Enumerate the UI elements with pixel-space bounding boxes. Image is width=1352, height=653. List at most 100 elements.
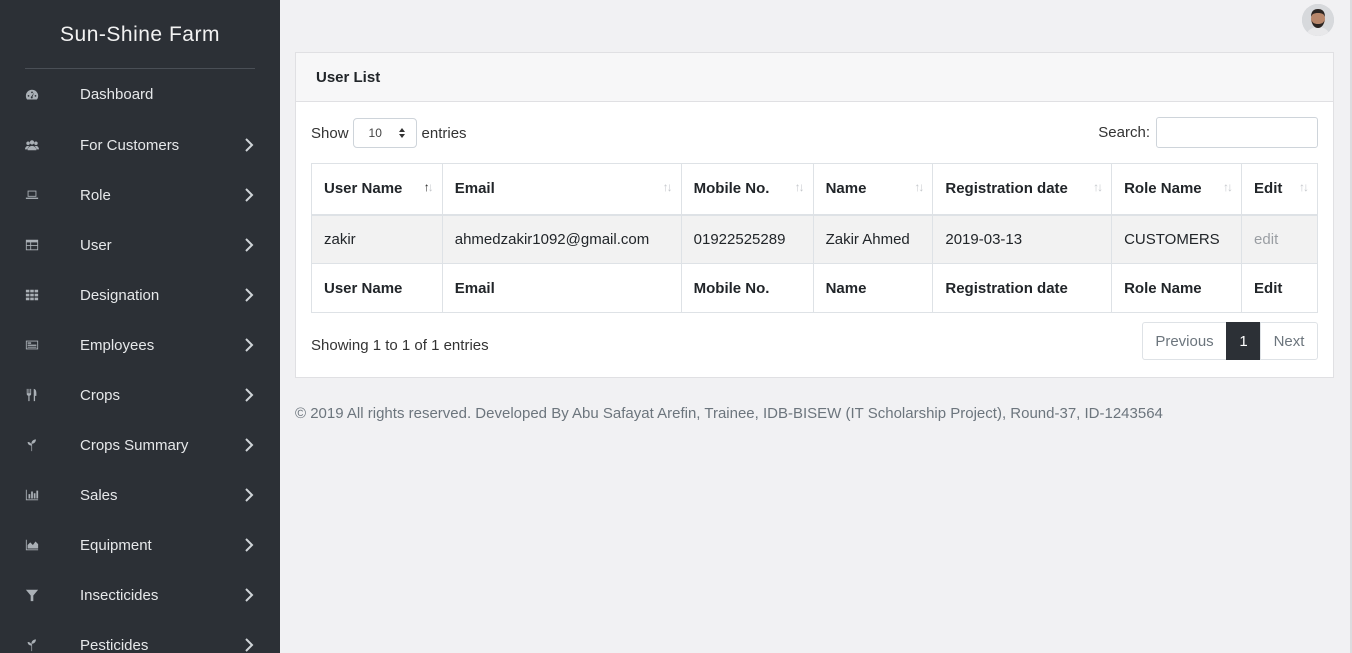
chevron-right-icon — [244, 288, 258, 302]
user-avatar-icon — [1302, 4, 1334, 36]
sidebar-item-designation[interactable]: Designation — [0, 270, 280, 320]
previous-page-button[interactable]: Previous — [1142, 322, 1227, 360]
area-chart-icon — [24, 538, 40, 552]
sort-icon: ↑↓ — [794, 180, 805, 194]
search-label: Search: — [1098, 124, 1150, 141]
chevron-right-icon — [244, 488, 258, 502]
sidebar-item-label: Dashboard — [80, 86, 154, 103]
dashboard-icon — [24, 88, 40, 102]
sidebar-item-label: Insecticides — [80, 586, 159, 604]
cell-mobile: 01922525289 — [680, 214, 814, 264]
column-header-edit[interactable]: Edit ↑↓ — [1241, 163, 1318, 216]
sort-asc-icon: ↑↓ — [423, 180, 434, 194]
footer-mobile: Mobile No. — [680, 263, 814, 313]
sidebar: Sun-Shine Farm Dashboard For Customers R… — [0, 0, 280, 653]
chevron-right-icon — [244, 338, 258, 352]
entries-length-control: Show 10 entries — [311, 118, 467, 148]
column-header-name[interactable]: Name ↑↓ — [812, 163, 934, 216]
sidebar-item-sales[interactable]: Sales — [0, 470, 280, 520]
table-icon — [24, 238, 40, 252]
sidebar-item-label: Employees — [80, 336, 155, 354]
page-1-button[interactable]: 1 — [1226, 322, 1261, 360]
column-header-user-name[interactable]: User Name ↑↓ — [311, 163, 443, 216]
card-title: User List — [296, 53, 1333, 102]
footer-registration-date: Registration date — [932, 263, 1113, 313]
cell-user-name: zakir — [311, 214, 443, 264]
cell-role-name: CUSTOMERS — [1111, 214, 1243, 264]
utensils-icon — [24, 388, 40, 402]
sort-icon: ↑↓ — [1093, 180, 1103, 194]
laptop-icon — [24, 188, 40, 202]
table-info: Showing 1 to 1 of 1 entries — [311, 337, 489, 354]
table-footer-row: User Name Email Mobile No. Name Registra… — [311, 263, 1318, 313]
grid-icon — [24, 288, 40, 302]
sort-icon: ↑↓ — [1299, 180, 1309, 194]
column-header-email[interactable]: Email ↑↓ — [441, 163, 682, 216]
show-label: Show — [311, 124, 349, 142]
sort-icon: ↑↓ — [662, 180, 673, 194]
sidebar-nav: Dashboard For Customers Role User Design… — [0, 69, 280, 653]
funnel-icon — [24, 588, 40, 602]
sidebar-item-label: Role — [80, 186, 111, 204]
chevron-right-icon — [244, 388, 258, 402]
table-header-row: User Name ↑↓ Email ↑↓ Mobile No. ↑↓ Name ↑↓ … — [311, 163, 1318, 216]
chevron-right-icon — [244, 638, 258, 652]
pagination: Previous 1 Next — [1142, 322, 1318, 360]
cell-email: ahmedzakir1092@gmail.com — [441, 214, 682, 264]
sidebar-item-label: Equipment — [80, 536, 152, 554]
sort-icon: ↑↓ — [1223, 180, 1233, 194]
cell-edit: edit — [1241, 214, 1318, 264]
footer-name: Name — [812, 263, 934, 313]
bar-chart-icon — [24, 488, 40, 502]
footer-email: Email — [441, 263, 682, 313]
user-list-card: User List Show 10 entries Search: User N… — [295, 52, 1334, 378]
sidebar-item-label: Crops — [80, 386, 121, 404]
footer-edit: Edit — [1241, 263, 1318, 313]
next-page-button[interactable]: Next — [1260, 322, 1318, 360]
sidebar-item-insecticides[interactable]: Insecticides — [0, 570, 280, 620]
seedling-icon — [24, 438, 40, 452]
sidebar-item-for-customers[interactable]: For Customers — [0, 120, 280, 170]
users-icon — [24, 138, 40, 152]
column-header-mobile[interactable]: Mobile No. ↑↓ — [680, 163, 814, 216]
entries-select[interactable]: 10 — [352, 118, 417, 148]
table-row: zakir ahmedzakir1092@gmail.com 019225252… — [311, 214, 1318, 264]
sidebar-item-user[interactable]: User — [0, 220, 280, 270]
sidebar-item-label: Designation — [80, 286, 160, 304]
sidebar-item-role[interactable]: Role — [0, 170, 280, 220]
entries-label: entries — [421, 124, 467, 142]
column-header-registration-date[interactable]: Registration date ↑↓ — [932, 163, 1113, 216]
user-table: User Name ↑↓ Email ↑↓ Mobile No. ↑↓ Name ↑↓ … — [311, 163, 1318, 313]
sidebar-item-label: Sales — [80, 486, 118, 504]
chevron-right-icon — [244, 438, 258, 452]
entries-select-value: 10 — [368, 126, 382, 140]
sidebar-item-label: Pesticides — [80, 636, 149, 653]
edit-link[interactable]: edit — [1254, 231, 1278, 248]
column-header-role-name[interactable]: Role Name ↑↓ — [1111, 163, 1243, 216]
brand-title[interactable]: Sun-Shine Farm — [0, 0, 280, 69]
sidebar-item-dashboard[interactable]: Dashboard — [0, 69, 280, 120]
select-caret-icon — [398, 128, 405, 138]
sort-icon: ↑↓ — [914, 180, 924, 194]
footer-user-name: User Name — [311, 263, 443, 313]
page-footer: © 2019 All rights reserved. Developed By… — [295, 405, 1163, 422]
cell-name: Zakir Ahmed — [812, 214, 934, 264]
avatar[interactable] — [1302, 4, 1334, 36]
sidebar-item-label: Crops Summary — [80, 436, 189, 454]
id-card-icon — [24, 338, 40, 352]
sidebar-item-crops-summary[interactable]: Crops Summary — [0, 420, 280, 470]
chevron-right-icon — [244, 138, 258, 152]
sidebar-item-label: For Customers — [80, 136, 180, 154]
seedling-icon — [24, 638, 40, 652]
sidebar-item-crops[interactable]: Crops — [0, 370, 280, 420]
chevron-right-icon — [244, 588, 258, 602]
sidebar-item-employees[interactable]: Employees — [0, 320, 280, 370]
sidebar-item-equipment[interactable]: Equipment — [0, 520, 280, 570]
sidebar-item-pesticides[interactable]: Pesticides — [0, 620, 280, 653]
search-input[interactable] — [1156, 117, 1318, 148]
sidebar-item-label: User — [80, 236, 112, 254]
chevron-right-icon — [244, 238, 258, 252]
search-control: Search: — [1098, 117, 1318, 148]
chevron-right-icon — [244, 188, 258, 202]
cell-registration-date: 2019-03-13 — [932, 214, 1113, 264]
